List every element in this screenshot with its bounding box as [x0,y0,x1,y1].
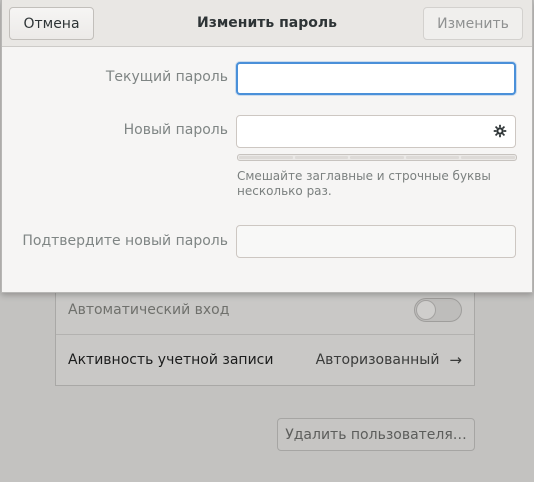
account-activity-label: Активность учетной записи [68,352,274,368]
new-password-label: Новый пароль [123,122,228,138]
toggle-knob [416,299,436,320]
dialog-headerbar: Отмена Изменить пароль Изменить [2,0,532,47]
confirm-password-input[interactable] [236,225,516,258]
cancel-button[interactable]: Отмена [9,7,94,40]
arrow-right-icon: → [449,351,462,369]
new-password-input[interactable] [236,115,516,148]
password-hint: Смешайте заглавные и строчные буквы неск… [237,169,491,198]
password-strength-bar [237,154,517,161]
change-password-dialog: Отмена Изменить пароль Изменить Текущий … [1,0,533,293]
strength-segment [294,156,349,159]
auto-login-label: Автоматический вход [68,301,230,318]
new-password-field [236,115,516,148]
confirm-password-label: Подтвердите новый пароль [22,233,228,249]
strength-segment [350,156,404,159]
gear-icon[interactable] [492,123,508,139]
current-password-label: Текущий пароль [105,69,228,85]
delete-user-button[interactable]: Удалить пользователя… [277,418,475,451]
strength-segment [405,156,460,159]
account-settings-card: Автоматический вход Активность учетной з… [55,284,475,386]
auto-login-toggle[interactable] [414,297,462,322]
change-button[interactable]: Изменить [423,7,523,40]
account-activity-value: Авторизованный [315,352,440,368]
current-password-input[interactable] [236,62,516,95]
strength-segment [239,156,293,159]
strength-segment [461,156,515,159]
account-activity-row[interactable]: Активность учетной записи Авторизованный… [56,335,474,385]
